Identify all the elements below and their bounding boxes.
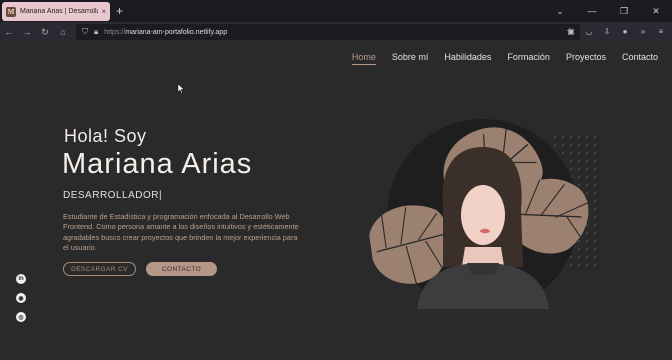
new-tab-button[interactable]: + [116, 4, 123, 18]
tab-strip: M Mariana Arias | Desarrollador × + ⌄ — … [0, 0, 672, 22]
reload-icon[interactable]: ↻ [36, 27, 54, 38]
overflow-icon[interactable]: » [636, 24, 650, 38]
menu-icon[interactable]: ≡ [654, 24, 668, 38]
nav-sobre-mi[interactable]: Sobre mí [392, 52, 429, 65]
minimize-icon[interactable]: — [576, 6, 608, 16]
instagram-icon[interactable]: ◎ [16, 312, 26, 322]
social-links: in ◉ ◎ [16, 274, 26, 322]
nav-formacion[interactable]: Formación [507, 52, 550, 65]
toolbar-extensions: ▣ ◡ ⇩ ● » ≡ [564, 24, 668, 38]
home-icon[interactable]: ⌂ [54, 27, 72, 37]
github-icon[interactable]: ◉ [16, 293, 26, 303]
url-host: mariana-am-portafolio.netlify.app [125, 28, 228, 36]
hero-role-text: DESARROLLADOR [63, 190, 159, 201]
nav-proyectos[interactable]: Proyectos [566, 52, 606, 65]
favicon: M [6, 6, 16, 17]
tab-title: Mariana Arias | Desarrollador [20, 8, 98, 15]
close-window-icon[interactable]: ✕ [640, 6, 672, 17]
back-icon[interactable]: ← [0, 27, 18, 37]
extension-icon[interactable]: ▣ [564, 24, 578, 38]
download-icon[interactable]: ⇩ [600, 24, 614, 38]
tab-list-icon[interactable]: ⌄ [544, 6, 576, 17]
typing-cursor: | [158, 190, 163, 201]
linkedin-icon[interactable]: in [16, 274, 26, 284]
portfolio-page: Home Sobre mí Habilidades Formación Proy… [0, 42, 672, 360]
pocket-icon[interactable]: ◡ [582, 24, 596, 38]
main-nav: Home Sobre mí Habilidades Formación Proy… [351, 52, 658, 65]
hero-illustration [369, 119, 596, 309]
hero-role: DESARROLLADOR| [63, 190, 162, 201]
contact-button[interactable]: CONTACTO [146, 262, 217, 276]
download-cv-button[interactable]: DESCARGAR CV [63, 262, 136, 276]
navigation-toolbar: ← → ↻ ⌂ ⛉ 🔒︎ https:// mariana-am-portafo… [0, 22, 672, 42]
tab-close-icon[interactable]: × [101, 7, 106, 16]
mouse-cursor-icon [178, 84, 184, 94]
hero-greeting: Hola! Soy [64, 126, 147, 146]
browser-tab[interactable]: M Mariana Arias | Desarrollador × [2, 2, 110, 21]
window-controls: ⌄ — ❐ ✕ [544, 0, 672, 22]
nav-contacto[interactable]: Contacto [622, 52, 658, 65]
account-icon[interactable]: ● [618, 24, 632, 38]
hero-name: Mariana Arias [62, 148, 253, 180]
hero-description: Estudiante de Estadística y programación… [63, 212, 299, 252]
url-bar[interactable]: ⛉ 🔒︎ https:// mariana-am-portafolio.netl… [76, 24, 580, 40]
url-protocol: https:// [104, 28, 126, 36]
shield-icon[interactable]: ⛉ [82, 27, 88, 37]
nav-home[interactable]: Home [351, 52, 376, 65]
lock-icon[interactable]: 🔒︎ [94, 27, 98, 37]
maximize-icon[interactable]: ❐ [608, 6, 640, 17]
nav-habilidades[interactable]: Habilidades [444, 52, 491, 65]
forward-icon[interactable]: → [18, 27, 36, 37]
